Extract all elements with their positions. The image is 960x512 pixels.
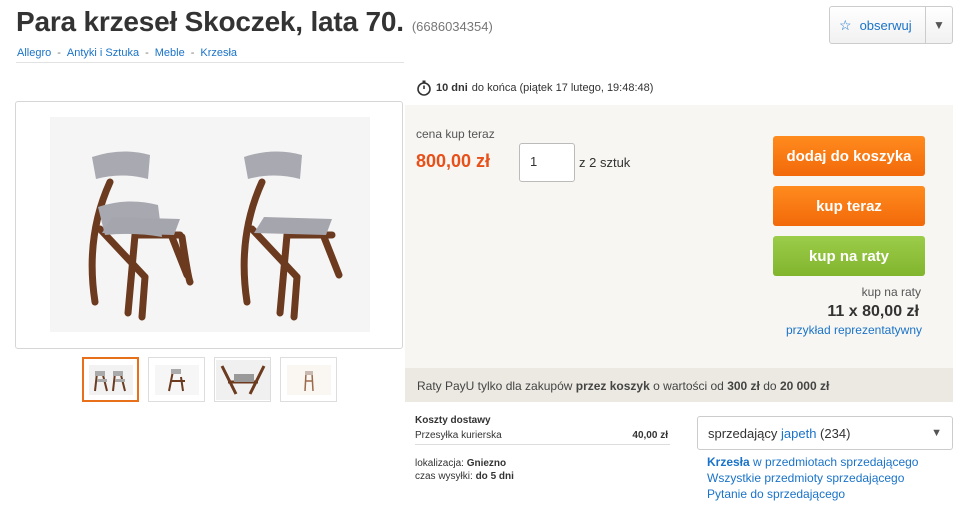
seller-rating: (234) — [820, 425, 851, 441]
seller-category-link[interactable]: Krzesła — [707, 455, 750, 469]
price-label: cena kup teraz — [416, 127, 495, 141]
shipping-method: Przesyłka kurierska — [415, 430, 502, 441]
breadcrumb-separator: - — [57, 47, 61, 59]
seller-name-link[interactable]: japeth — [781, 426, 816, 441]
installments-label: kup na raty — [861, 285, 921, 299]
shipping-meta: lokalizacja: Gniezno czas wysyłki: do 5 … — [415, 457, 670, 483]
seller-label: sprzedający — [708, 425, 778, 441]
seller-category-rest[interactable]: w przedmiotach sprzedającego — [753, 455, 918, 469]
location-value: Gniezno — [466, 458, 507, 469]
breadcrumb-item-antyki[interactable]: Antyki i Sztuka — [67, 47, 139, 59]
dispatch-label: czas wysyłki: — [415, 471, 473, 482]
quantity-input[interactable]: 1 — [519, 143, 575, 182]
seller-all-items-link[interactable]: Wszystkie przedmioty sprzedającego — [707, 471, 904, 485]
stopwatch-icon — [417, 80, 431, 96]
thumbnail-image — [215, 359, 270, 400]
star-icon: ☆ — [839, 16, 852, 33]
breadcrumb-item-meble[interactable]: Meble — [155, 47, 185, 59]
chevron-down-icon[interactable]: ▼ — [931, 427, 942, 439]
shipping-section: Koszty dostawy Przesyłka kurierska 40,00… — [415, 415, 670, 483]
payu-text-3: do — [763, 379, 777, 393]
shipping-row: Przesyłka kurierska 40,00 zł — [415, 430, 670, 445]
thumbnail-image — [154, 364, 199, 395]
page-title: Para krzeseł Skoczek, lata 70. — [16, 6, 404, 37]
product-photo — [50, 117, 370, 332]
dispatch-line: czas wysyłki: do 5 dni — [415, 470, 670, 483]
thumbnail-3[interactable] — [214, 357, 271, 402]
thumbnail-image — [286, 364, 331, 395]
shipping-title: Koszty dostawy — [415, 415, 491, 426]
breadcrumb-item-allegro[interactable]: Allegro — [17, 47, 51, 59]
payu-bold-1: przez koszyk — [575, 379, 650, 393]
thumbnail-strip — [82, 357, 337, 402]
follow-button[interactable]: ☆ obserwuj ▼ — [829, 6, 953, 44]
payu-info-bar: Raty PayU tylko dla zakupów przez koszyk… — [405, 368, 953, 402]
timer-days: 10 dni — [436, 82, 468, 94]
thumbnail-image — [88, 364, 133, 395]
thumbnail-1[interactable] — [82, 357, 139, 402]
quantity-available: z 2 sztuk — [579, 155, 631, 170]
follow-main[interactable]: ☆ obserwuj — [830, 7, 926, 43]
chevron-down-icon[interactable]: ▼ — [926, 18, 952, 32]
payu-text-1: Raty PayU tylko dla zakupów — [417, 379, 573, 393]
payu-text-2: o wartości od — [653, 379, 724, 393]
add-to-cart-button[interactable]: dodaj do koszyka — [773, 136, 925, 176]
breadcrumb: Allegro - Antyki i Sztuka - Meble - Krze… — [17, 47, 237, 59]
ask-seller-link[interactable]: Pytanie do sprzedającego — [707, 487, 845, 501]
payu-min: 300 zł — [727, 379, 760, 393]
breadcrumb-separator: - — [190, 47, 195, 59]
installments-value: 11 x 80,00 zł — [827, 303, 919, 320]
buy-panel: cena kup teraz 800,00 zł 1 z 2 sztuk dod… — [405, 105, 953, 368]
chairs-illustration — [50, 117, 370, 332]
buy-now-button[interactable]: kup teraz — [773, 186, 925, 226]
installments-example-link[interactable]: przykład reprezentatywny — [786, 323, 922, 337]
location-line: lokalizacja: Gniezno — [415, 457, 670, 470]
timer-rest: do końca (piątek 17 lutego, 19:48:48) — [471, 82, 654, 94]
buy-installments-button[interactable]: kup na raty — [773, 236, 925, 276]
thumbnail-4[interactable] — [280, 357, 337, 402]
seller-dropdown[interactable]: sprzedający japeth (234) ▼ — [697, 416, 953, 450]
offer-id: (6686034354) — [411, 19, 493, 34]
title-row: Para krzeseł Skoczek, lata 70. (66860343… — [16, 6, 493, 38]
thumbnail-2[interactable] — [148, 357, 205, 402]
auction-timer: 10 dni do końca (piątek 17 lutego, 19:48… — [416, 80, 653, 96]
follow-label: obserwuj — [859, 17, 912, 33]
shipping-cost: 40,00 zł — [632, 430, 668, 441]
dispatch-value: do 5 dni — [475, 471, 514, 482]
breadcrumb-separator: - — [145, 47, 149, 59]
main-product-image[interactable] — [15, 101, 403, 349]
payu-max: 20 000 zł — [779, 379, 830, 393]
price-value: 800,00 zł — [416, 151, 491, 171]
breadcrumb-item-krzesla[interactable]: Krzesła — [200, 47, 237, 59]
seller-links: Krzesła w przedmiotach sprzedającego Wsz… — [707, 454, 918, 502]
location-label: lokalizacja: — [415, 458, 464, 469]
breadcrumb-divider — [16, 62, 404, 63]
seller-category-line: Krzesła w przedmiotach sprzedającego — [707, 454, 918, 470]
